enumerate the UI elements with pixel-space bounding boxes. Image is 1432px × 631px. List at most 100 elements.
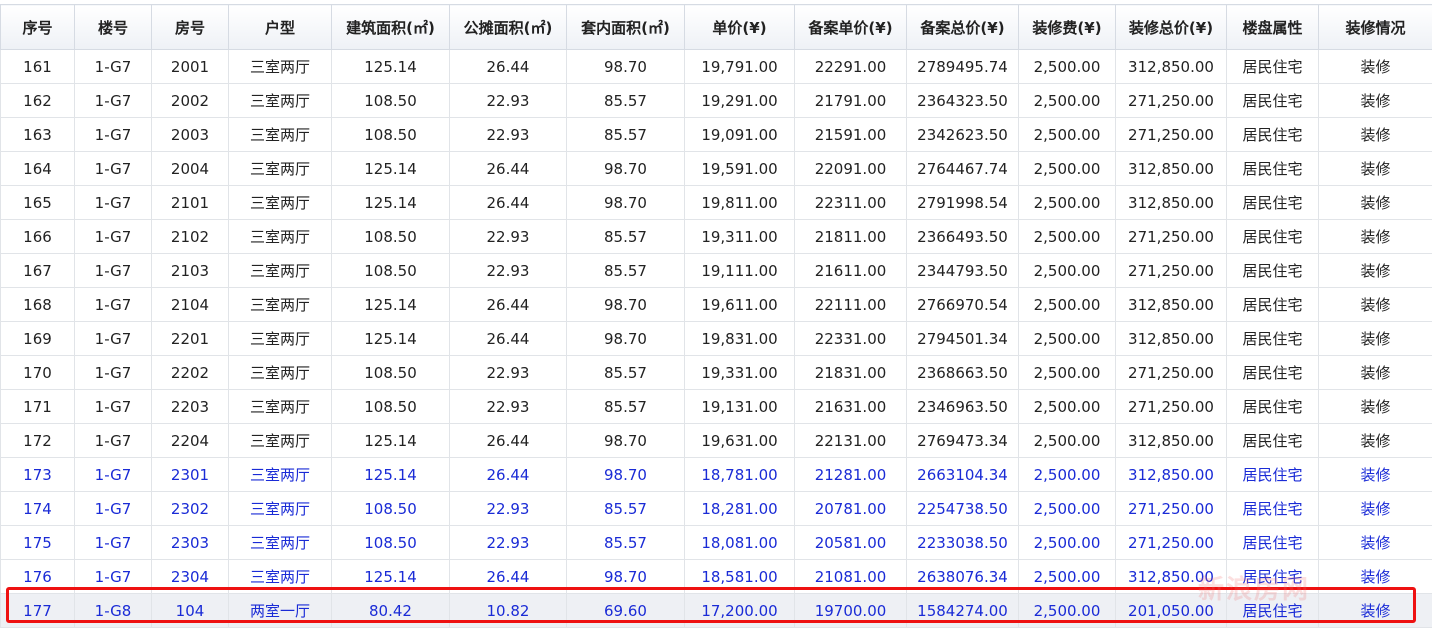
cell-decoration-status: 装修 — [1318, 321, 1432, 356]
cell-decoration-fee: 2,500.00 — [1018, 253, 1116, 288]
cell-decoration-status: 装修 — [1318, 151, 1432, 186]
table-row[interactable]: 171 1-G7 2203 三室两厅 108.50 22.93 85.57 19,131.00… — [0, 389, 1432, 424]
cell-room: 104 — [151, 593, 229, 628]
col-header-room[interactable]: 房号 — [151, 4, 229, 50]
table-row[interactable]: 161 1-G7 2001 三室两厅 125.14 26.44 98.70 19,791.00… — [0, 49, 1432, 84]
cell-net-area: 85.57 — [566, 525, 685, 560]
cell-shared-area: 22.93 — [449, 83, 567, 118]
cell-room: 2302 — [151, 491, 229, 526]
cell-index: 177 — [0, 593, 75, 628]
col-header-index[interactable]: 序号 — [0, 4, 75, 50]
col-header-building[interactable]: 楼号 — [74, 4, 152, 50]
cell-filed-unit-price: 20581.00 — [794, 525, 907, 560]
cell-shared-area: 22.93 — [449, 491, 567, 526]
cell-layout: 三室两厅 — [228, 49, 332, 84]
table-row[interactable]: 170 1-G7 2202 三室两厅 108.50 22.93 85.57 19,331.00… — [0, 355, 1432, 390]
table-row[interactable]: 163 1-G7 2003 三室两厅 108.50 22.93 85.57 19,091.00… — [0, 117, 1432, 152]
cell-building: 1-G7 — [74, 151, 152, 186]
cell-gross-area: 108.50 — [331, 117, 450, 152]
col-header-layout[interactable]: 户型 — [228, 4, 332, 50]
cell-layout: 三室两厅 — [228, 321, 332, 356]
cell-decoration-total: 271,250.00 — [1115, 491, 1227, 526]
cell-layout: 三室两厅 — [228, 355, 332, 390]
cell-index: 165 — [0, 185, 75, 220]
cell-shared-area: 22.93 — [449, 389, 567, 424]
cell-shared-area: 22.93 — [449, 117, 567, 152]
table-row[interactable]: 165 1-G7 2101 三室两厅 125.14 26.44 98.70 19,811.00… — [0, 185, 1432, 220]
table-row[interactable]: 177 1-G8 104 两室一厅 80.42 10.82 69.60 17,200.00 19… — [0, 593, 1432, 628]
table-row[interactable]: 172 1-G7 2204 三室两厅 125.14 26.44 98.70 19,631.00… — [0, 423, 1432, 458]
cell-property-type: 居民住宅 — [1226, 49, 1319, 84]
cell-net-area: 85.57 — [566, 117, 685, 152]
cell-building: 1-G7 — [74, 491, 152, 526]
cell-net-area: 98.70 — [566, 457, 685, 492]
cell-filed-total-price: 2254738.50 — [906, 491, 1019, 526]
cell-net-area: 69.60 — [566, 593, 685, 628]
cell-filed-unit-price: 21611.00 — [794, 253, 907, 288]
cell-decoration-status: 装修 — [1318, 593, 1432, 628]
cell-unit-price: 19,111.00 — [684, 253, 795, 288]
table-row[interactable]: 175 1-G7 2303 三室两厅 108.50 22.93 85.57 18,081.00… — [0, 525, 1432, 560]
cell-decoration-fee: 2,500.00 — [1018, 457, 1116, 492]
table-row[interactable]: 169 1-G7 2201 三室两厅 125.14 26.44 98.70 19,831.00… — [0, 321, 1432, 356]
cell-index: 169 — [0, 321, 75, 356]
table-row[interactable]: 173 1-G7 2301 三室两厅 125.14 26.44 98.70 18,781.00… — [0, 457, 1432, 492]
cell-shared-area: 26.44 — [449, 321, 567, 356]
table-row[interactable]: 176 1-G7 2304 三室两厅 125.14 26.44 98.70 18,581.00… — [0, 559, 1432, 594]
cell-decoration-status: 装修 — [1318, 491, 1432, 526]
cell-index: 168 — [0, 287, 75, 322]
cell-net-area: 98.70 — [566, 151, 685, 186]
col-header-property-type[interactable]: 楼盘属性 — [1226, 4, 1319, 50]
cell-layout: 三室两厅 — [228, 525, 332, 560]
cell-property-type: 居民住宅 — [1226, 83, 1319, 118]
cell-net-area: 85.57 — [566, 83, 685, 118]
col-header-gross-area[interactable]: 建筑面积(㎡) — [331, 4, 450, 50]
cell-layout: 三室两厅 — [228, 491, 332, 526]
cell-building: 1-G7 — [74, 219, 152, 254]
cell-unit-price: 19,831.00 — [684, 321, 795, 356]
cell-shared-area: 22.93 — [449, 219, 567, 254]
cell-unit-price: 17,200.00 — [684, 593, 795, 628]
col-header-filed-unit-price[interactable]: 备案单价(¥) — [794, 4, 907, 50]
cell-room: 2203 — [151, 389, 229, 424]
table-row[interactable]: 174 1-G7 2302 三室两厅 108.50 22.93 85.57 18,281.00… — [0, 491, 1432, 526]
table-row[interactable]: 167 1-G7 2103 三室两厅 108.50 22.93 85.57 19,111.00… — [0, 253, 1432, 288]
cell-gross-area: 125.14 — [331, 287, 450, 322]
cell-index: 163 — [0, 117, 75, 152]
cell-unit-price: 19,791.00 — [684, 49, 795, 84]
cell-index: 175 — [0, 525, 75, 560]
cell-unit-price: 18,581.00 — [684, 559, 795, 594]
cell-building: 1-G7 — [74, 389, 152, 424]
cell-decoration-status: 装修 — [1318, 355, 1432, 390]
table-row[interactable]: 164 1-G7 2004 三室两厅 125.14 26.44 98.70 19,591.00… — [0, 151, 1432, 186]
cell-gross-area: 108.50 — [331, 219, 450, 254]
cell-decoration-total: 271,250.00 — [1115, 219, 1227, 254]
cell-property-type: 居民住宅 — [1226, 287, 1319, 322]
cell-filed-unit-price: 21591.00 — [794, 117, 907, 152]
col-header-decoration-fee[interactable]: 装修费(¥) — [1018, 4, 1116, 50]
col-header-decoration-status[interactable]: 装修情况 — [1318, 4, 1432, 50]
cell-decoration-total: 201,050.00 — [1115, 593, 1227, 628]
col-header-unit-price[interactable]: 单价(¥) — [684, 4, 795, 50]
cell-layout: 三室两厅 — [228, 389, 332, 424]
cell-gross-area: 108.50 — [331, 253, 450, 288]
cell-gross-area: 125.14 — [331, 185, 450, 220]
col-header-filed-total-price[interactable]: 备案总价(¥) — [906, 4, 1019, 50]
cell-decoration-status: 装修 — [1318, 389, 1432, 424]
cell-unit-price: 18,781.00 — [684, 457, 795, 492]
cell-gross-area: 108.50 — [331, 83, 450, 118]
cell-net-area: 98.70 — [566, 185, 685, 220]
col-header-net-area[interactable]: 套内面积(㎡) — [566, 4, 685, 50]
table-row[interactable]: 166 1-G7 2102 三室两厅 108.50 22.93 85.57 19,311.00… — [0, 219, 1432, 254]
table-row[interactable]: 162 1-G7 2002 三室两厅 108.50 22.93 85.57 19,291.00… — [0, 83, 1432, 118]
cell-layout: 三室两厅 — [228, 423, 332, 458]
cell-index: 162 — [0, 83, 75, 118]
table-row[interactable]: 168 1-G7 2104 三室两厅 125.14 26.44 98.70 19,611.00… — [0, 287, 1432, 322]
col-header-decoration-total[interactable]: 装修总价(¥) — [1115, 4, 1227, 50]
cell-filed-total-price: 2366493.50 — [906, 219, 1019, 254]
cell-filed-total-price: 2663104.34 — [906, 457, 1019, 492]
cell-filed-total-price: 2638076.34 — [906, 559, 1019, 594]
cell-property-type: 居民住宅 — [1226, 593, 1319, 628]
cell-filed-unit-price: 20781.00 — [794, 491, 907, 526]
col-header-shared-area[interactable]: 公摊面积(㎡) — [449, 4, 567, 50]
